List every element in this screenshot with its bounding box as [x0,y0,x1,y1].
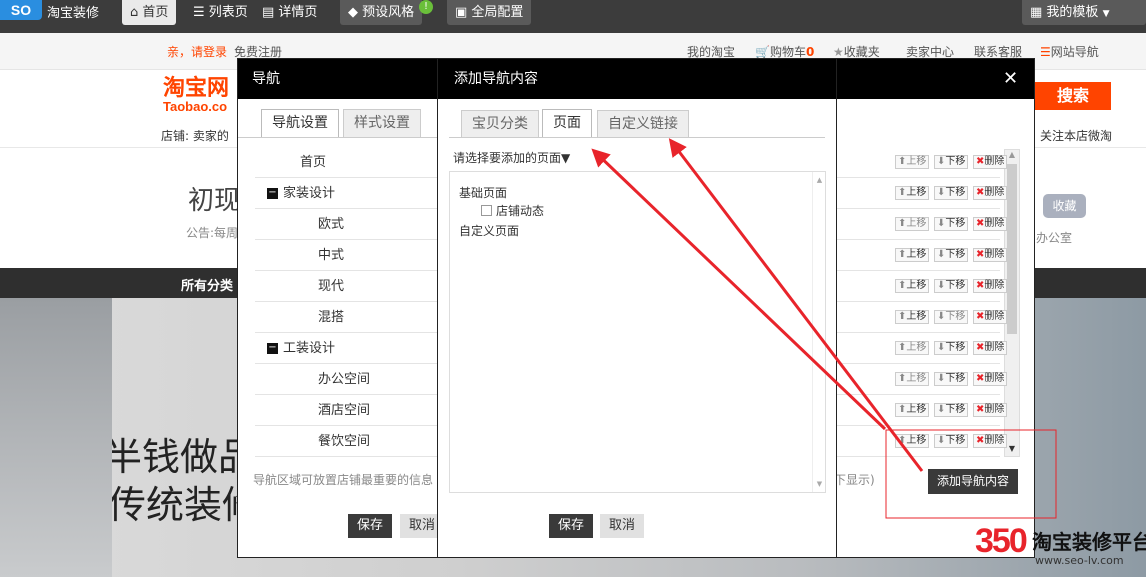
watermark-url: www.seo-lv.com [1035,554,1124,567]
highlight-box [885,429,1057,519]
watermark-number: 350 [975,522,1028,560]
arrow-to-custom-link-tab [668,138,924,472]
arrow-to-pages-tab [591,148,887,431]
annotation-overlay [591,138,1057,519]
watermark: 350 淘宝装修平台 www.seo-lv.com [975,522,1146,577]
watermark-brand: 淘宝装修平台 [1032,530,1146,554]
